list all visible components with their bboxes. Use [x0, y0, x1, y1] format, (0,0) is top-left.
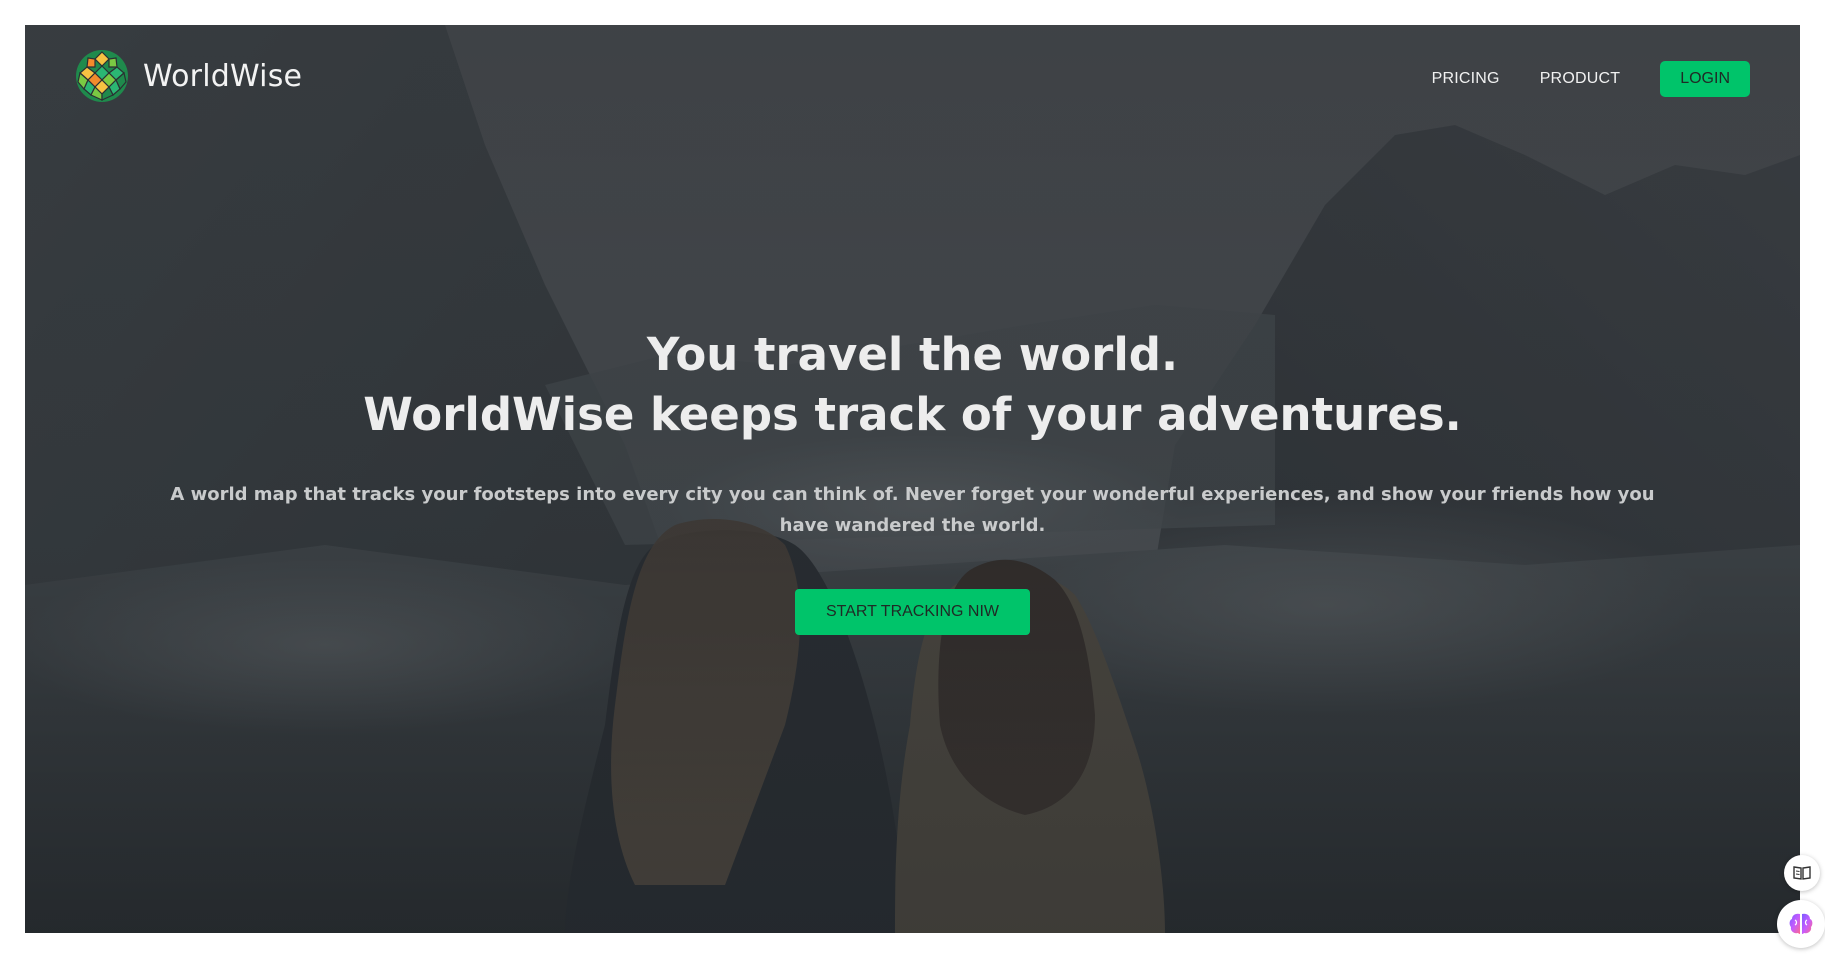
start-tracking-button[interactable]: START TRACKING NIW — [794, 589, 1031, 635]
brand-logo[interactable]: WorldWise — [75, 49, 302, 103]
book-reader-icon — [1793, 866, 1811, 880]
hero-subtext: A world map that tracks your footsteps i… — [170, 484, 1655, 536]
top-nav: WorldWise PRICING PRODUCT LOGIN — [25, 25, 1800, 135]
brand-name: WorldWise — [143, 58, 303, 94]
reader-widget-button[interactable] — [1784, 855, 1820, 891]
hero-headline: You travel the world. WorldWise keeps tr… — [25, 325, 1800, 445]
brain-icon — [1789, 913, 1813, 934]
hero-content: You travel the world. WorldWise keeps tr… — [25, 325, 1800, 635]
brain-widget-button[interactable] — [1777, 900, 1825, 948]
hero-headline-line1: You travel the world. — [646, 328, 1179, 381]
login-button[interactable]: LOGIN — [1660, 61, 1750, 97]
hero-headline-line2: WorldWise keeps track of your adventures… — [363, 388, 1462, 441]
hero-section: WorldWise PRICING PRODUCT LOGIN You trav… — [25, 25, 1800, 933]
nav-links: PRICING PRODUCT LOGIN — [1432, 61, 1750, 97]
globe-mosaic-icon — [76, 50, 128, 102]
nav-link-pricing[interactable]: PRICING — [1432, 70, 1500, 88]
nav-link-product[interactable]: PRODUCT — [1540, 70, 1621, 88]
